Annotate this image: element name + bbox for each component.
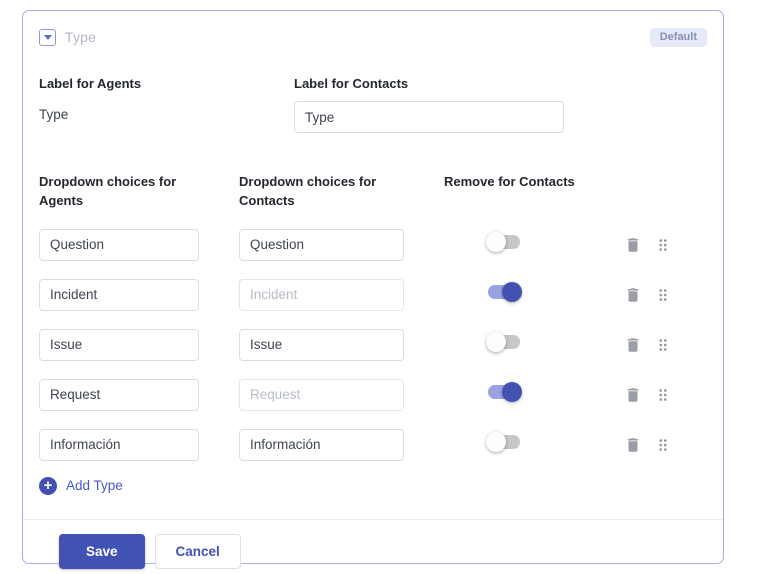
card-header: Type Default <box>39 25 707 49</box>
toggle-knob <box>486 432 506 453</box>
card-header-left: Type <box>39 28 97 46</box>
trash-icon <box>627 388 639 402</box>
row-icons <box>624 436 694 454</box>
add-type-button[interactable]: + Add Type <box>39 476 123 495</box>
trash-icon <box>627 288 639 302</box>
remove-for-contacts-toggle[interactable] <box>488 382 522 403</box>
toggle-cell <box>444 432 584 454</box>
contacts-label-input[interactable] <box>294 101 564 134</box>
remove-for-contacts-toggle[interactable] <box>486 432 520 453</box>
trash-icon <box>627 338 639 352</box>
label-for-agents-heading: Label for Agents <box>39 76 142 91</box>
drag-handle-icon[interactable] <box>654 386 672 404</box>
drag-handle-icon[interactable] <box>654 436 672 454</box>
field-title: Type <box>65 29 97 45</box>
toggle-knob <box>486 232 506 253</box>
cancel-button[interactable]: Cancel <box>154 533 241 570</box>
trash-icon <box>627 438 639 452</box>
trash-icon <box>627 238 639 252</box>
remove-for-contacts-toggle[interactable] <box>486 232 520 253</box>
agent-choice-input[interactable] <box>39 328 199 361</box>
field-settings-card: Type Default Label for Agents Type Label… <box>22 10 724 570</box>
contact-choice-input[interactable] <box>239 328 404 361</box>
row-icons <box>624 336 694 354</box>
choices-grid: Dropdown choices for Agents Dropdown cho… <box>39 173 707 461</box>
drag-handle-icon[interactable] <box>654 286 672 304</box>
delete-choice-button[interactable] <box>624 336 642 354</box>
default-badge: Default <box>649 27 707 47</box>
row-icons <box>624 286 694 304</box>
contact-choice-input <box>239 278 404 311</box>
footer-actions: Save Cancel <box>39 520 707 570</box>
contacts-choices-heading: Dropdown choices for Contacts <box>239 174 377 209</box>
save-button[interactable]: Save <box>59 533 145 570</box>
add-type-label: Add Type <box>66 478 123 494</box>
delete-choice-button[interactable] <box>624 286 642 304</box>
toggle-cell <box>444 282 584 304</box>
toggle-knob <box>502 382 522 403</box>
plus-icon: + <box>39 476 57 495</box>
label-for-contacts-heading: Label for Contacts <box>294 76 409 91</box>
delete-choice-button[interactable] <box>624 236 642 254</box>
contact-choice-input[interactable] <box>239 428 404 461</box>
toggle-cell <box>444 232 584 254</box>
remove-for-contacts-toggle[interactable] <box>486 332 520 353</box>
labels-row: Label for Agents Type Label for Contacts <box>39 75 707 134</box>
caret-down-icon <box>43 35 52 40</box>
row-icons <box>624 386 694 404</box>
agents-label-value: Type <box>39 107 69 123</box>
agent-choice-input[interactable] <box>39 378 199 411</box>
toggle-knob <box>486 332 506 353</box>
agent-choice-input[interactable] <box>39 228 199 261</box>
contact-choice-input[interactable] <box>239 228 404 261</box>
delete-choice-button[interactable] <box>624 436 642 454</box>
row-icons <box>624 236 694 254</box>
label-for-contacts-column: Label for Contacts <box>294 75 564 134</box>
remove-for-contacts-heading: Remove for Contacts <box>444 174 575 190</box>
toggle-cell <box>444 332 584 354</box>
agent-choice-input[interactable] <box>39 278 199 311</box>
drag-handle-icon[interactable] <box>654 236 672 254</box>
delete-choice-button[interactable] <box>624 386 642 404</box>
contact-choice-input <box>239 378 404 411</box>
agent-choice-input[interactable] <box>39 428 199 461</box>
drag-handle-icon[interactable] <box>654 336 672 354</box>
toggle-cell <box>444 382 584 404</box>
dropdown-field-type-icon[interactable] <box>39 28 56 46</box>
remove-for-contacts-toggle[interactable] <box>488 282 522 303</box>
label-for-agents-column: Label for Agents Type <box>39 75 294 133</box>
agents-choices-heading: Dropdown choices for Agents <box>39 174 177 209</box>
toggle-knob <box>502 282 522 303</box>
